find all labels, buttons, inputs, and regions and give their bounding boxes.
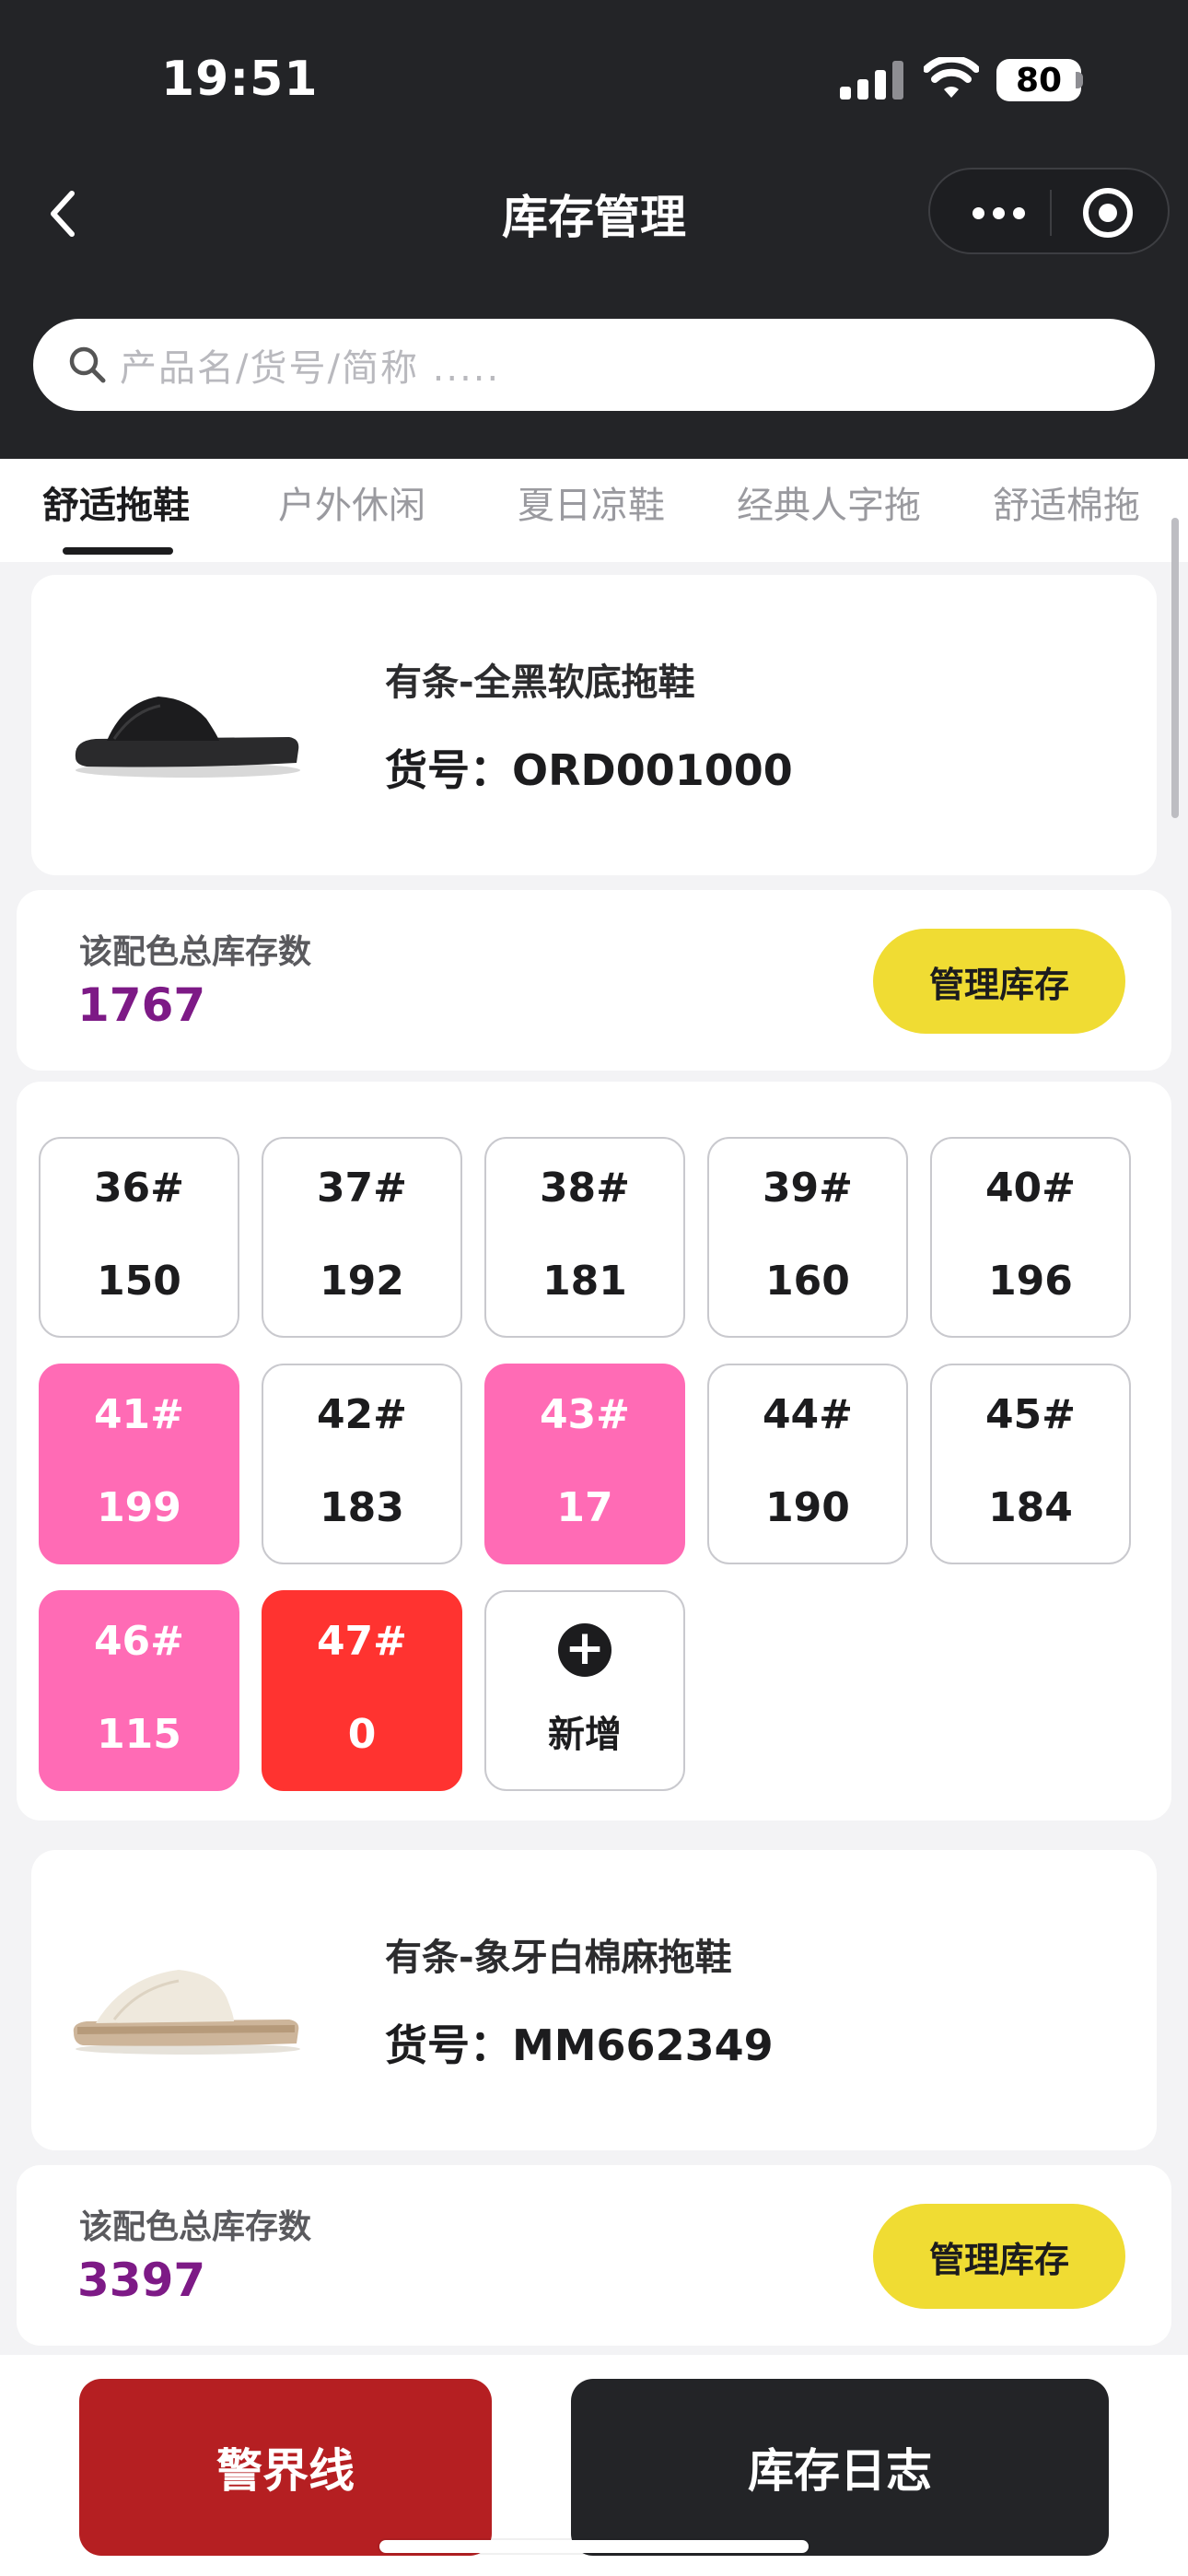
- size-quantity: 196: [988, 1258, 1073, 1305]
- size-cell-38[interactable]: 38# 181: [484, 1137, 685, 1338]
- stock-summary-card: 该配色总库存数 3397 管理库存: [17, 2165, 1171, 2346]
- size-quantity: 160: [765, 1258, 850, 1305]
- capsule-divider: [1050, 190, 1052, 236]
- manage-stock-button[interactable]: 管理库存: [873, 929, 1125, 1034]
- add-size-label: 新增: [548, 1714, 622, 1756]
- size-label: 41#: [93, 1391, 185, 1438]
- ivory-slipper-image: [73, 1970, 300, 2055]
- size-quantity: 199: [97, 1484, 181, 1531]
- close-target-icon[interactable]: [1077, 182, 1138, 243]
- product-code: 货号：ORD001000: [385, 745, 793, 795]
- stock-total-label: 该配色总库存数: [79, 2208, 312, 2246]
- scrollbar[interactable]: [1171, 518, 1179, 818]
- size-cell-41[interactable]: 41# 199: [39, 1364, 239, 1564]
- size-quantity: 115: [97, 1711, 181, 1758]
- size-label: 36#: [93, 1165, 185, 1212]
- search-placeholder: 产品名/货号/简称 .....: [120, 347, 501, 390]
- size-label: 42#: [316, 1391, 408, 1438]
- size-grid-card: 36# 150 37# 192 38# 181 39# 160 40# 196 …: [17, 1082, 1171, 1821]
- size-label: 45#: [984, 1391, 1077, 1438]
- stock-total-value: 3397: [77, 2254, 206, 2307]
- size-cell-42[interactable]: 42# 183: [262, 1364, 462, 1564]
- product-card[interactable]: 有条-象牙白棉麻拖鞋 货号：MM662349: [31, 1850, 1157, 2150]
- warning-threshold-button[interactable]: 警界线: [79, 2379, 492, 2556]
- size-label: 39#: [762, 1165, 854, 1212]
- size-quantity: 150: [97, 1258, 181, 1305]
- search-icon: [69, 346, 106, 383]
- search-input[interactable]: 产品名/货号/简称 .....: [33, 319, 1155, 411]
- more-dots-icon: [972, 206, 984, 219]
- size-label: 43#: [539, 1391, 631, 1438]
- size-cell-45[interactable]: 45# 184: [930, 1364, 1131, 1564]
- size-cell-47[interactable]: 47# 0: [262, 1590, 462, 1791]
- cellular-signal-icon: [840, 61, 903, 100]
- size-label: 47#: [316, 1618, 408, 1665]
- stock-log-button[interactable]: 库存日志: [571, 2379, 1109, 2556]
- tab-cotton-slippers[interactable]: 舒适棉拖: [993, 475, 1140, 529]
- more-dot: [1012, 206, 1025, 219]
- size-label: 40#: [984, 1165, 1077, 1212]
- size-label: 44#: [762, 1391, 854, 1438]
- battery-indicator: 80: [996, 59, 1081, 101]
- battery-tip: [1076, 72, 1083, 88]
- plus-icon: +: [558, 1623, 611, 1677]
- stock-total-label: 该配色总库存数: [79, 933, 312, 971]
- tab-comfort-slippers[interactable]: 舒适拖鞋: [42, 475, 190, 529]
- header: 19:51 80 库存管理 产品名/货号/简称 .....: [0, 0, 1188, 459]
- stock-total-value: 1767: [77, 978, 206, 1032]
- size-cell-43[interactable]: 43# 17: [484, 1364, 685, 1564]
- size-quantity: 181: [542, 1258, 627, 1305]
- more-dot: [992, 206, 1005, 219]
- size-cell-36[interactable]: 36# 150: [39, 1137, 239, 1338]
- size-label: 38#: [539, 1165, 631, 1212]
- size-cell-40[interactable]: 40# 196: [930, 1137, 1131, 1338]
- product-card[interactable]: 有条-全黑软底拖鞋 货号：ORD001000: [31, 575, 1157, 875]
- stock-summary-card: 该配色总库存数 1767 管理库存: [17, 890, 1171, 1071]
- more-options-button[interactable]: [965, 190, 1031, 236]
- size-quantity: 17: [556, 1484, 613, 1531]
- product-name: 有条-象牙白棉麻拖鞋: [385, 1937, 732, 1979]
- size-quantity: 190: [765, 1484, 850, 1531]
- mini-program-capsule: [928, 168, 1170, 254]
- wifi-icon: [924, 57, 979, 98]
- size-cell-44[interactable]: 44# 190: [707, 1364, 908, 1564]
- size-quantity: 192: [320, 1258, 404, 1305]
- tab-summer-sandals[interactable]: 夏日凉鞋: [518, 475, 665, 529]
- size-cell-39[interactable]: 39# 160: [707, 1137, 908, 1338]
- size-label: 46#: [93, 1618, 185, 1665]
- product-name: 有条-全黑软底拖鞋: [385, 662, 695, 704]
- size-quantity: 184: [988, 1484, 1073, 1531]
- category-tabs: 舒适拖鞋 户外休闲 夏日凉鞋 经典人字拖 舒适棉拖: [0, 459, 1188, 562]
- size-cell-37[interactable]: 37# 192: [262, 1137, 462, 1338]
- size-quantity: 183: [320, 1484, 404, 1531]
- size-label: 37#: [316, 1165, 408, 1212]
- size-quantity: 0: [347, 1711, 377, 1758]
- home-indicator[interactable]: [379, 2540, 809, 2553]
- tab-classic-flip-flops[interactable]: 经典人字拖: [737, 475, 921, 529]
- product-code: 货号：MM662349: [385, 2020, 774, 2070]
- black-slipper-image: [75, 697, 300, 778]
- size-cell-46[interactable]: 46# 115: [39, 1590, 239, 1791]
- manage-stock-button[interactable]: 管理库存: [873, 2204, 1125, 2309]
- active-tab-indicator: [63, 547, 173, 555]
- add-size-button[interactable]: + 新增: [484, 1590, 685, 1791]
- tab-outdoor-casual[interactable]: 户外休闲: [278, 475, 425, 529]
- status-time: 19:51: [161, 52, 319, 107]
